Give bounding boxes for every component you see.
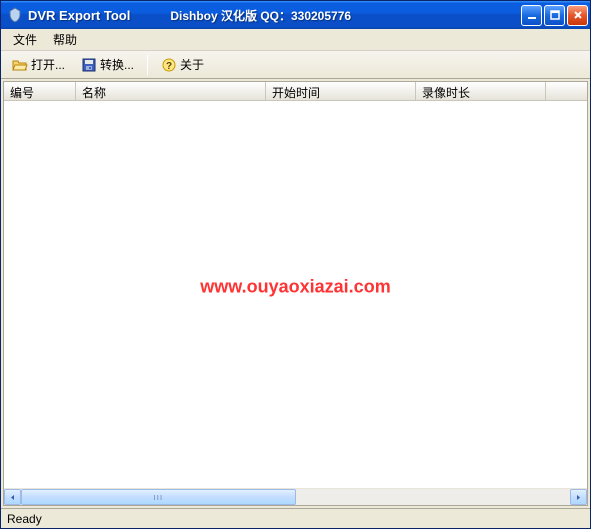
menubar: 文件 帮助 [1, 29, 590, 51]
scroll-right-button[interactable] [570, 489, 587, 505]
about-label: 关于 [180, 56, 204, 73]
scroll-track[interactable] [21, 489, 570, 505]
svg-text:?: ? [166, 61, 172, 72]
toolbar: 打开... 转换... ? 关于 [1, 51, 590, 79]
window-controls [521, 5, 588, 26]
app-window: DVR Export Tool Dishboy 汉化版 QQ：330205776… [0, 0, 591, 529]
column-header-start-time[interactable]: 开始时间 [266, 82, 416, 100]
open-button[interactable]: 打开... [5, 52, 72, 77]
app-icon [7, 7, 23, 23]
help-icon: ? [161, 57, 177, 73]
list-header: 编号 名称 开始时间 录像时长 [4, 82, 587, 101]
column-header-name[interactable]: 名称 [76, 82, 266, 100]
statusbar: Ready [1, 508, 590, 528]
maximize-button[interactable] [544, 5, 565, 26]
convert-button[interactable]: 转换... [74, 52, 141, 77]
app-title: DVR Export Tool [28, 8, 130, 23]
column-header-duration[interactable]: 录像时长 [416, 82, 546, 100]
list-body[interactable]: www.ouyaoxiazai.com [4, 101, 587, 488]
open-label: 打开... [31, 56, 65, 73]
convert-label: 转换... [100, 56, 134, 73]
column-header-number[interactable]: 编号 [4, 82, 76, 100]
scroll-left-button[interactable] [4, 489, 21, 505]
status-text: Ready [7, 512, 42, 526]
menu-file[interactable]: 文件 [5, 29, 45, 50]
minimize-button[interactable] [521, 5, 542, 26]
titlebar: DVR Export Tool Dishboy 汉化版 QQ：330205776 [1, 1, 590, 29]
watermark-text: www.ouyaoxiazai.com [200, 276, 390, 297]
folder-open-icon [12, 57, 28, 73]
scroll-thumb[interactable] [21, 489, 296, 505]
app-subtitle: Dishboy 汉化版 QQ：330205776 [170, 7, 351, 24]
menu-help[interactable]: 帮助 [45, 29, 85, 50]
list-view: 编号 名称 开始时间 录像时长 www.ouyaoxiazai.com [3, 81, 588, 506]
toolbar-separator [147, 55, 148, 75]
about-button[interactable]: ? 关于 [154, 52, 211, 77]
save-icon [81, 57, 97, 73]
horizontal-scrollbar [4, 488, 587, 505]
close-button[interactable] [567, 5, 588, 26]
